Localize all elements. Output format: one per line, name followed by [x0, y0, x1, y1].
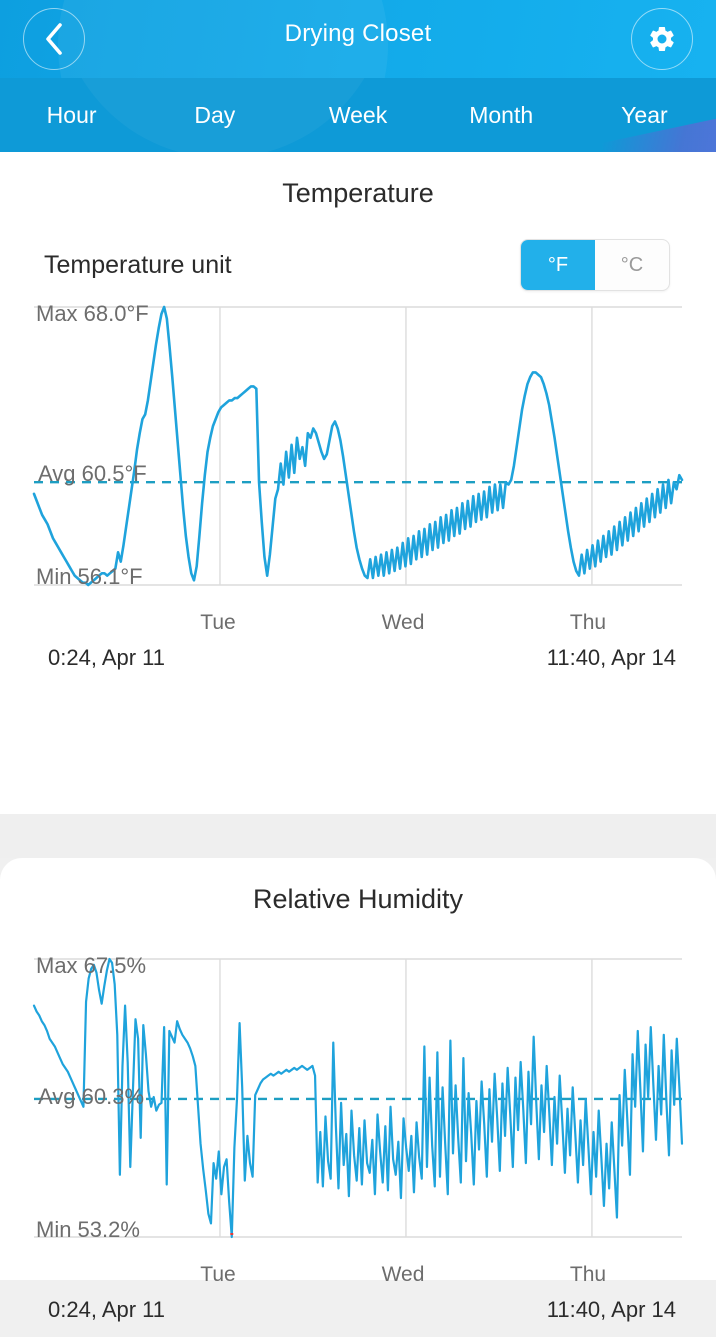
- temperature-range-end: 11:40, Apr 14: [546, 645, 676, 670]
- humidity-title: Relative Humidity: [252, 884, 464, 914]
- tab-day[interactable]: Day: [143, 102, 286, 129]
- period-tabs: Hour Day Week Month Year: [0, 78, 716, 152]
- temperature-range-start: 0:24, Apr 11: [48, 645, 166, 670]
- tab-month[interactable]: Month: [430, 102, 573, 129]
- app-header: Drying Closet: [0, 0, 716, 78]
- temperature-tick-wed: Wed: [381, 611, 425, 634]
- tab-week[interactable]: Week: [286, 102, 429, 129]
- card-divider: [0, 814, 716, 858]
- tab-year[interactable]: Year: [573, 102, 716, 129]
- humidity-x-axis: Tue Wed Thu: [0, 1263, 716, 1297]
- temperature-plot: [32, 305, 684, 587]
- humidity-tick-thu: Thu: [569, 1263, 607, 1286]
- unit-option-fahrenheit[interactable]: °F: [521, 240, 595, 290]
- settings-button[interactable]: [631, 8, 693, 70]
- temperature-tick-thu: Thu: [569, 611, 607, 634]
- tab-hour[interactable]: Hour: [0, 102, 143, 129]
- humidity-range-end: 11:40, Apr 14: [546, 1297, 676, 1322]
- unit-option-celsius[interactable]: °C: [595, 240, 669, 290]
- temperature-unit-toggle[interactable]: °F °C: [520, 239, 670, 291]
- humidity-chart[interactable]: Max 67.5% Avg 60.3% Min 53.2%: [0, 943, 716, 1263]
- humidity-card: Relative Humidity Max 67.5% Avg 60.3% Mi…: [0, 858, 716, 1322]
- temperature-chart[interactable]: Max 68.0°F Avg 60.5°F Min 56.1°F: [0, 291, 716, 611]
- temperature-title: Temperature: [282, 178, 434, 208]
- temperature-x-axis: Tue Wed Thu: [0, 611, 716, 645]
- temperature-tick-tue: Tue: [200, 611, 236, 634]
- temperature-unit-label: Temperature unit: [44, 250, 232, 279]
- humidity-range-start: 0:24, Apr 11: [48, 1297, 166, 1322]
- humidity-range-row: 0:24, Apr 11 11:40, Apr 14: [0, 1297, 716, 1337]
- humidity-tick-tue: Tue: [200, 1263, 236, 1286]
- humidity-plot: [32, 957, 684, 1239]
- gear-icon: [650, 26, 674, 52]
- humidity-tick-wed: Wed: [381, 1263, 425, 1286]
- temperature-range-row: 0:24, Apr 11 11:40, Apr 14: [0, 645, 716, 685]
- temperature-unit-row: Temperature unit °F °C: [0, 209, 716, 291]
- page-title: Drying Closet: [284, 20, 432, 47]
- temperature-card: Temperature Temperature unit °F °C Max 6…: [0, 152, 716, 814]
